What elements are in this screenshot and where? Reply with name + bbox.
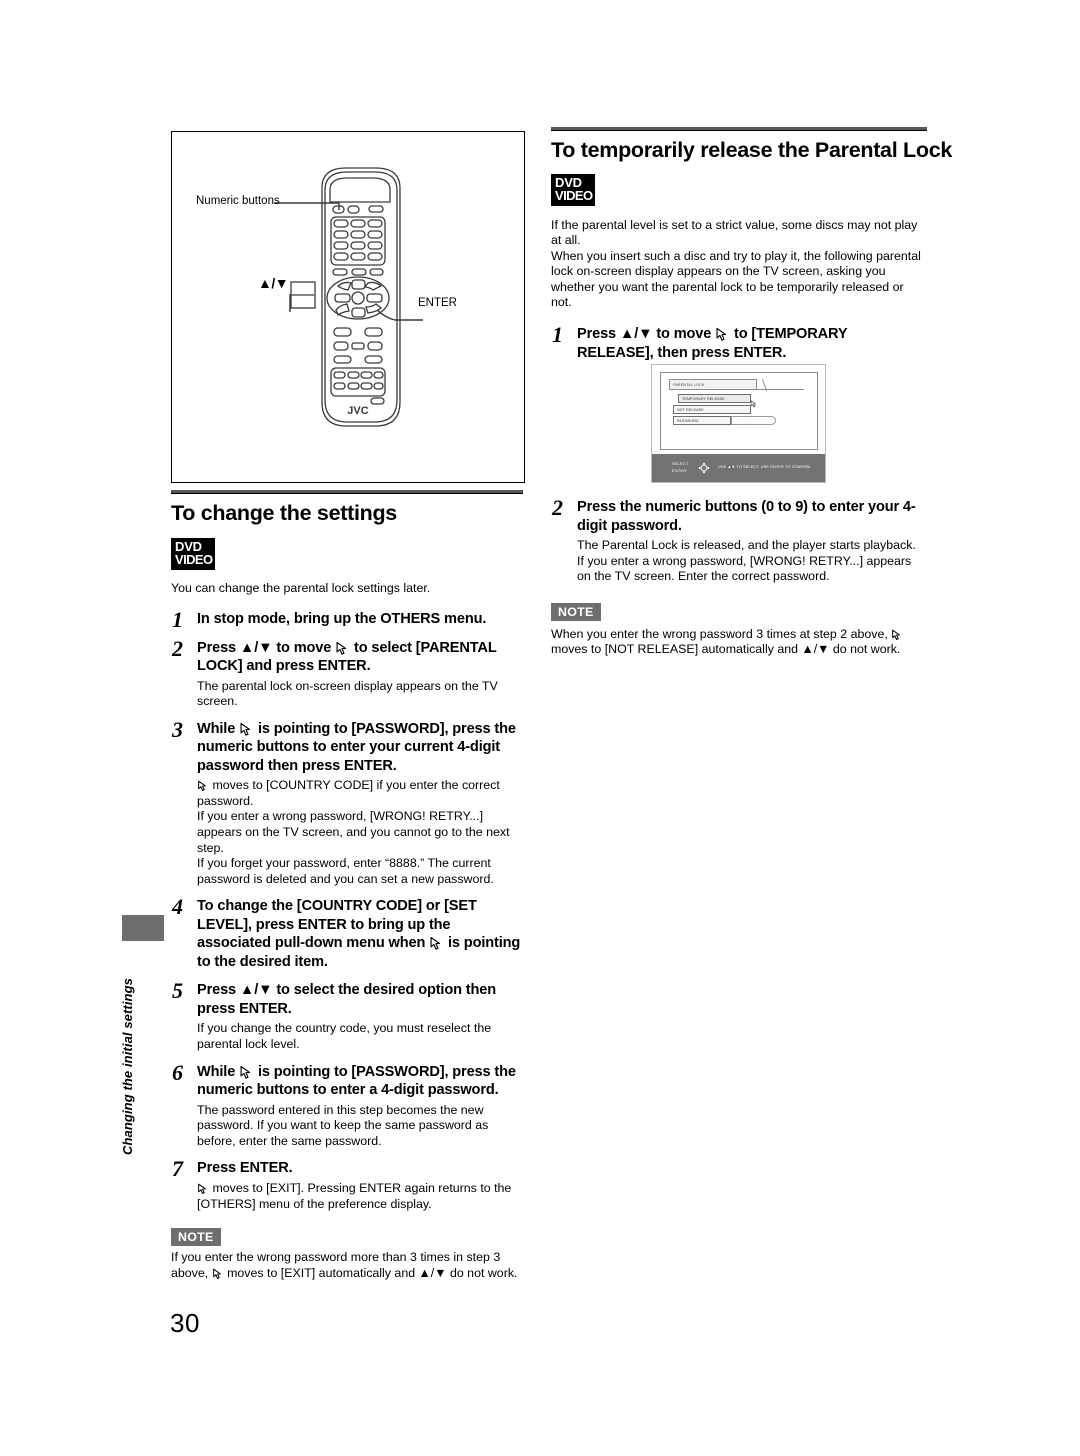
right-intro-b: When you insert such a disc and try to p… — [551, 248, 921, 310]
right-step-1: 1 Press ▲/▼ to move to [TEMPORARY RELEAS… — [551, 322, 927, 362]
right-section-title: To temporarily release the Parental Lock — [551, 138, 953, 162]
up-down-callout: ▲/▼ — [258, 275, 289, 291]
left-step-6-body: The password entered in this step become… — [197, 1102, 489, 1148]
left-section-title: To change the settings — [171, 501, 397, 525]
section-rule-left — [171, 490, 523, 494]
right-step-1-heading-a: Press ▲/▼ to move — [577, 326, 716, 343]
osd-cursor-pointer-icon — [750, 395, 758, 408]
osd-select-label: SELECT — [672, 462, 689, 466]
numeric-buttons-callout: Numeric buttons — [196, 195, 280, 207]
cursor-pointer-icon — [239, 1065, 254, 1079]
right-intro-a: If the parental level is set to a strict… — [551, 217, 918, 248]
cursor-pointer-icon — [212, 1268, 224, 1279]
page-number: 30 — [170, 1308, 200, 1338]
left-step-2-body: The parental lock on-screen display appe… — [197, 678, 498, 709]
right-step-1-number: 1 — [552, 322, 563, 348]
left-step-7-body: moves to [EXIT]. Pressing ENTER again re… — [197, 1180, 512, 1211]
osd-tab-title: PARENTAL LOCK — [669, 379, 757, 389]
cursor-pointer-icon — [891, 629, 903, 640]
left-step-6: 6 While is pointing to [PASSWORD], press… — [171, 1059, 523, 1150]
left-step-2-heading-a: Press ▲/▼ to move — [197, 639, 336, 656]
left-step-6-heading-a: While — [197, 1063, 240, 1080]
left-column: To change the settings DVD VIDEO You can… — [171, 490, 523, 1281]
side-tab-label: Changing the initial settings — [120, 978, 135, 1155]
remote-control-figure: JVC — [171, 131, 525, 483]
left-step-1-heading: In stop mode, bring up the OTHERS menu. — [197, 611, 487, 628]
cursor-pointer-icon — [197, 780, 209, 792]
right-note-text-a: When you enter the wrong password 3 time… — [551, 626, 892, 641]
osd-bottom-bar: SELECT ENTER USE ▲▼ TO SELECT, USE ENTER… — [652, 454, 825, 482]
left-step-5-number: 5 — [172, 978, 183, 1004]
osd-hint-text: USE ▲▼ TO SELECT, USE ENTER TO CONFIRM — [718, 465, 811, 469]
left-step-2-number: 2 — [172, 635, 183, 661]
left-step-3-number: 3 — [172, 716, 183, 742]
left-step-3: 3 While is pointing to [PASSWORD], press… — [171, 716, 523, 888]
left-step-2: 2 Press ▲/▼ to move to select [PARENTAL … — [171, 635, 523, 710]
left-step-3-body-b: If you enter a wrong password, [WRONG! R… — [197, 809, 510, 855]
osd-row-temporary-release[interactable]: TEMPORARY RELEASE — [678, 394, 751, 403]
right-step-2: 2 Press the numeric buttons (0 to 9) to … — [551, 495, 927, 585]
left-step-1-number: 1 — [172, 607, 183, 633]
left-step-4: 4 To change the [COUNTRY CODE] or [SET L… — [171, 894, 523, 971]
cursor-pointer-icon — [197, 1183, 209, 1194]
dvd-logo-line1: DVD — [175, 539, 202, 554]
left-step-7: 7 Press ENTER. moves to [EXIT]. Pressing… — [171, 1156, 523, 1212]
left-step-7-number: 7 — [172, 1156, 183, 1182]
note-badge: NOTE — [171, 1228, 221, 1247]
left-step-1: 1 In stop mode, bring up the OTHERS menu… — [171, 607, 523, 632]
osd-screen-figure: PARENTAL LOCK TEMPORARY RELEASE NOT RELE… — [651, 364, 826, 483]
cursor-pointer-icon — [429, 936, 444, 951]
osd-enter-label: ENTER — [672, 469, 687, 473]
osd-dpad-icon — [697, 461, 711, 475]
left-step-6-number: 6 — [172, 1059, 183, 1085]
dvd-logo-line1: DVD — [555, 175, 582, 190]
left-note-block: NOTE If you enter the wrong password mor… — [171, 1228, 523, 1281]
left-intro-text: You can change the parental lock setting… — [171, 580, 431, 595]
left-step-5-heading: Press ▲/▼ to select the desired option t… — [197, 982, 496, 1017]
osd-tab-underline — [669, 389, 804, 390]
osd-row-not-release[interactable]: NOT RELEASE — [673, 405, 751, 414]
right-step-2-body-a: The Parental Lock is released, and the p… — [577, 538, 916, 553]
osd-row-password[interactable]: PASSWORD — [673, 416, 731, 425]
remote-control-illustration: JVC — [274, 167, 423, 427]
left-step-7-heading: Press ENTER. — [197, 1160, 293, 1177]
left-step-3-heading-a: While — [197, 720, 240, 737]
left-step-5-body: If you change the country code, you must… — [197, 1021, 492, 1052]
remote-brand: JVC — [347, 405, 368, 417]
left-step-5: 5 Press ▲/▼ to select the desired option… — [171, 978, 523, 1052]
cursor-pointer-icon — [239, 722, 254, 736]
right-note-block: NOTE When you enter the wrong password 3… — [551, 602, 927, 658]
section-rule-right — [551, 127, 927, 131]
left-step-3-body-a: moves to [COUNTRY CODE] if you enter the… — [197, 778, 500, 808]
cursor-pointer-icon — [715, 327, 730, 341]
left-note-text-b: moves to [EXIT] automatically and ▲/▼ do… — [223, 1265, 518, 1280]
note-badge: NOTE — [551, 602, 601, 621]
right-step-2-number: 2 — [552, 495, 563, 521]
right-note-text-b: moves to [NOT RELEASE] automatically and… — [551, 642, 901, 657]
side-tab-marker — [122, 915, 164, 941]
left-step-3-body-c: If you forget your password, enter “8888… — [197, 856, 494, 886]
right-step-2-heading: Press the numeric buttons (0 to 9) to en… — [577, 499, 916, 534]
right-step-2-body-b: If you enter a wrong password, [WRONG! R… — [577, 553, 912, 584]
dvd-video-logo-right: DVD VIDEO — [551, 174, 927, 206]
dvd-logo-line2: VIDEO — [175, 552, 213, 568]
osd-screen-area: PARENTAL LOCK TEMPORARY RELEASE NOT RELE… — [660, 372, 818, 450]
dvd-logo-line2: VIDEO — [555, 188, 593, 204]
left-step-4-number: 4 — [172, 894, 183, 920]
enter-callout: ENTER — [418, 297, 457, 309]
osd-password-field[interactable]: - - - - — [731, 416, 776, 425]
cursor-pointer-icon — [335, 641, 350, 655]
dvd-video-logo-left: DVD VIDEO — [171, 538, 523, 570]
